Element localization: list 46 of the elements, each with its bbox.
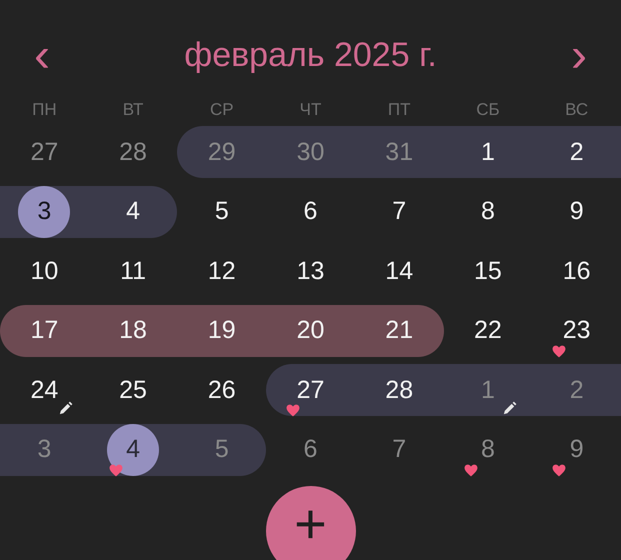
day-cell[interactable]: 28 xyxy=(107,126,160,178)
day-cell[interactable]: 13 xyxy=(284,245,336,298)
day-cell[interactable]: 20 xyxy=(284,304,336,357)
day-cell[interactable]: 6 xyxy=(284,186,336,238)
month-title: февраль 2025 г. xyxy=(184,35,437,76)
day-cell[interactable]: 27 xyxy=(18,126,70,178)
day-cell[interactable]: 21 xyxy=(373,304,426,357)
day-cell[interactable]: 27 xyxy=(284,364,336,416)
day-cell[interactable]: 7 xyxy=(373,424,426,476)
weekday-label: ВС xyxy=(565,99,588,121)
day-cell[interactable]: 14 xyxy=(373,245,426,298)
day-cell[interactable]: 2 xyxy=(550,126,603,178)
weekday-label: СБ xyxy=(476,99,500,121)
day-cell[interactable]: 28 xyxy=(373,364,426,416)
day-cell[interactable]: 8 xyxy=(462,424,514,476)
day-cell[interactable]: 9 xyxy=(550,424,603,476)
day-cell[interactable]: 1 xyxy=(462,126,514,178)
day-cell[interactable]: 5 xyxy=(196,186,248,238)
day-cell[interactable]: 25 xyxy=(107,364,160,416)
previous-month-button[interactable]: ‹ xyxy=(34,32,50,80)
next-month-button[interactable]: › xyxy=(571,32,587,80)
day-cell[interactable]: 12 xyxy=(196,245,248,298)
day-cell[interactable]: 26 xyxy=(196,364,248,416)
weekday-label: СР xyxy=(210,99,234,121)
weekday-label: ПН xyxy=(32,99,57,121)
day-cell[interactable]: 8 xyxy=(462,186,514,238)
day-cell[interactable]: 9 xyxy=(550,186,603,238)
weekday-label: ВТ xyxy=(122,99,144,121)
day-cell[interactable]: 17 xyxy=(18,304,70,357)
day-cell[interactable]: 7 xyxy=(373,186,426,238)
day-cell[interactable]: 15 xyxy=(462,245,514,298)
weekday-label: ПТ xyxy=(388,99,410,121)
day-cell[interactable]: 23 xyxy=(550,304,603,357)
day-cell[interactable]: 4 xyxy=(107,186,160,238)
day-cell[interactable]: 16 xyxy=(550,245,603,298)
weekday-label: ЧТ xyxy=(300,99,322,121)
day-cell[interactable]: 24 xyxy=(18,364,70,416)
day-cell[interactable]: 3 xyxy=(18,186,70,238)
add-button[interactable]: + xyxy=(266,486,356,560)
day-cell[interactable]: 19 xyxy=(196,304,248,357)
day-cell[interactable]: 22 xyxy=(462,304,514,357)
day-cell[interactable]: 10 xyxy=(18,245,70,298)
day-cell[interactable]: 11 xyxy=(107,245,160,298)
day-cell[interactable]: 18 xyxy=(107,304,160,357)
day-cell[interactable]: 4 xyxy=(107,424,160,476)
day-cell[interactable]: 6 xyxy=(284,424,336,476)
